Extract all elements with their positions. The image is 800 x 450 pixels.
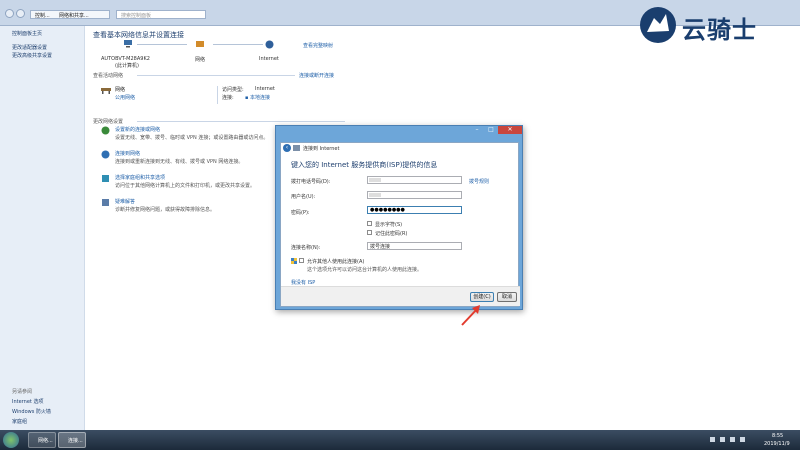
network-label: 网络: [195, 57, 206, 63]
task-homegroup-desc: 访问位于其他网络计算机上的文件和打印机，或更改共享设置。: [115, 183, 256, 189]
homegroup-icon: [101, 174, 110, 183]
clock-date[interactable]: 2019/11/9: [764, 441, 790, 447]
breadcrumb-item[interactable]: 控制...: [35, 12, 50, 19]
view-full-map-link[interactable]: 查看完整映射: [303, 42, 333, 49]
remember-password-label: 记住此密码(R): [375, 231, 408, 237]
local-connection-link[interactable]: ▪ 本地连接: [245, 94, 270, 101]
task-connect-network[interactable]: 连接到网络: [115, 150, 140, 157]
map-line: [137, 44, 187, 45]
connection-name-value: 拨号连接: [370, 244, 391, 250]
password-label: 密码(P):: [291, 210, 310, 216]
task-troubleshoot-desc: 诊断并修复网络问题，或获得故障排除信息。: [115, 207, 216, 213]
search-placeholder: 搜索控制面板: [121, 13, 152, 19]
taskbar-item-network[interactable]: 网络...: [28, 432, 56, 448]
divider: [217, 86, 218, 104]
breadcrumb-item[interactable]: 网络和共享...: [59, 12, 89, 19]
back-arrow-icon[interactable]: ‹: [283, 144, 291, 152]
start-button-icon[interactable]: [3, 432, 19, 448]
show-chars-checkbox[interactable]: [367, 221, 372, 226]
network-dialog-icon: [293, 145, 300, 151]
nav-windows-firewall[interactable]: Windows 防火墙: [12, 408, 51, 415]
connection-name-label: 连接名称(N):: [291, 245, 321, 251]
see-also-title: 另请参阅: [12, 389, 33, 395]
password-value: ●●●●●●●●: [370, 207, 405, 213]
back-button[interactable]: [5, 9, 14, 18]
forward-button[interactable]: [16, 9, 25, 18]
taskbar-item-connect[interactable]: 连接...: [58, 432, 86, 448]
globe-icon: [265, 40, 274, 49]
network-icon: [195, 40, 205, 48]
minimize-button[interactable]: –: [470, 126, 484, 134]
connect-internet-dialog: – □ ✕ ‹ 连接到 Internet 键入您的 Internet 服务提供商…: [275, 125, 523, 310]
connections-label: 连接:: [222, 95, 234, 101]
task-new-connection-desc: 设置无线、宽带、拨号、临时或 VPN 连接；或设置路由器或访问点。: [115, 135, 269, 141]
nav-advanced-sharing[interactable]: 更改高级共享设置: [12, 52, 52, 59]
taskbar: 网络... 连接... 8:55 2019/11/9: [0, 430, 800, 450]
nav-internet-options[interactable]: Internet 选项: [12, 398, 43, 405]
nav-control-panel-home[interactable]: 控制面板主页: [12, 30, 42, 37]
task-homegroup[interactable]: 选择家庭组和共享选项: [115, 174, 165, 181]
active-networks-title: 查看活动网络: [93, 73, 124, 79]
page-title: 查看基本网络信息并设置连接: [93, 31, 184, 39]
dialing-rules-link[interactable]: 拨号规则: [469, 178, 489, 185]
dialog-body: ‹ 连接到 Internet 键入您的 Internet 服务提供商(ISP)提…: [280, 142, 520, 307]
no-isp-link[interactable]: 我没有 ISP: [291, 279, 315, 286]
knight-logo-icon: [640, 7, 676, 43]
divider: [137, 75, 295, 76]
change-settings-title: 更改网络设置: [93, 119, 124, 125]
internet-label: Internet: [259, 56, 279, 62]
cancel-button[interactable]: 取消: [497, 292, 517, 302]
clock-time[interactable]: 8:55: [772, 433, 783, 439]
create-button[interactable]: 创建(C): [470, 292, 494, 302]
connect-network-icon: [101, 150, 110, 159]
map-line: [213, 44, 263, 45]
breadcrumb[interactable]: 控制... 网络和共享...: [30, 10, 110, 19]
close-button[interactable]: ✕: [498, 126, 522, 134]
remember-password-checkbox[interactable]: [367, 230, 372, 235]
nav-change-adapter[interactable]: 更改适配器设置: [12, 44, 47, 51]
connect-disconnect-link[interactable]: 连接或断开连接: [299, 72, 334, 79]
show-chars-label: 显示字符(S): [375, 222, 403, 228]
password-input[interactable]: ●●●●●●●●: [367, 206, 462, 214]
allow-others-checkbox[interactable]: [299, 258, 304, 263]
annotation-arrow: [458, 302, 484, 328]
taskbar-item-label: 连接...: [68, 438, 83, 444]
bench-icon: [101, 86, 111, 94]
dialog-footer: 创建(C) 取消: [281, 286, 520, 306]
computer-icon: [123, 40, 133, 48]
search-input[interactable]: 搜索控制面板: [116, 10, 206, 19]
computer-sub: (此计算机): [115, 63, 139, 69]
access-type-value: Internet: [255, 86, 275, 92]
network-name: 网络: [115, 87, 126, 93]
username-value: [369, 193, 381, 197]
divider: [137, 121, 345, 122]
taskbar-item-label: 网络...: [38, 438, 53, 444]
allow-others-label: 允许其他人使用此连接(A): [307, 259, 365, 265]
connection-name-input[interactable]: 拨号连接: [367, 242, 462, 250]
task-troubleshoot[interactable]: 疑难解答: [115, 198, 135, 205]
new-connection-icon: [101, 126, 110, 135]
task-connect-network-desc: 连接到或重新连接到无线、有线、拨号或 VPN 网络连接。: [115, 159, 244, 165]
username-label: 用户名(U):: [291, 194, 316, 200]
tray-icons[interactable]: [708, 436, 748, 444]
shield-icon: [291, 258, 297, 264]
network-type-link[interactable]: 公用网络: [115, 94, 135, 101]
dialog-heading: 键入您的 Internet 服务提供商(ISP)提供的信息: [291, 161, 438, 169]
allow-others-desc: 这个选项允许可以访问这台计算机的人使用此连接。: [307, 267, 423, 273]
dialog-title: 连接到 Internet: [303, 146, 340, 152]
troubleshoot-icon: [101, 198, 110, 207]
local-connection-label: 本地连接: [249, 95, 270, 101]
left-nav: 控制面板主页 更改适配器设置 更改高级共享设置 另请参阅 Internet 选项…: [0, 26, 85, 430]
phone-label: 拨打电话号码(D):: [291, 179, 331, 185]
brand-logo: 云骑士: [638, 4, 788, 46]
nav-homegroup[interactable]: 家庭组: [12, 418, 27, 425]
phone-value: [369, 178, 381, 182]
phone-input[interactable]: [367, 176, 462, 184]
username-input[interactable]: [367, 191, 462, 199]
logo-text: 云骑士: [682, 16, 757, 44]
task-new-connection[interactable]: 设置新的连接或网络: [115, 126, 160, 133]
maximize-button[interactable]: □: [484, 126, 498, 134]
access-type-label: 访问类型:: [222, 87, 244, 93]
